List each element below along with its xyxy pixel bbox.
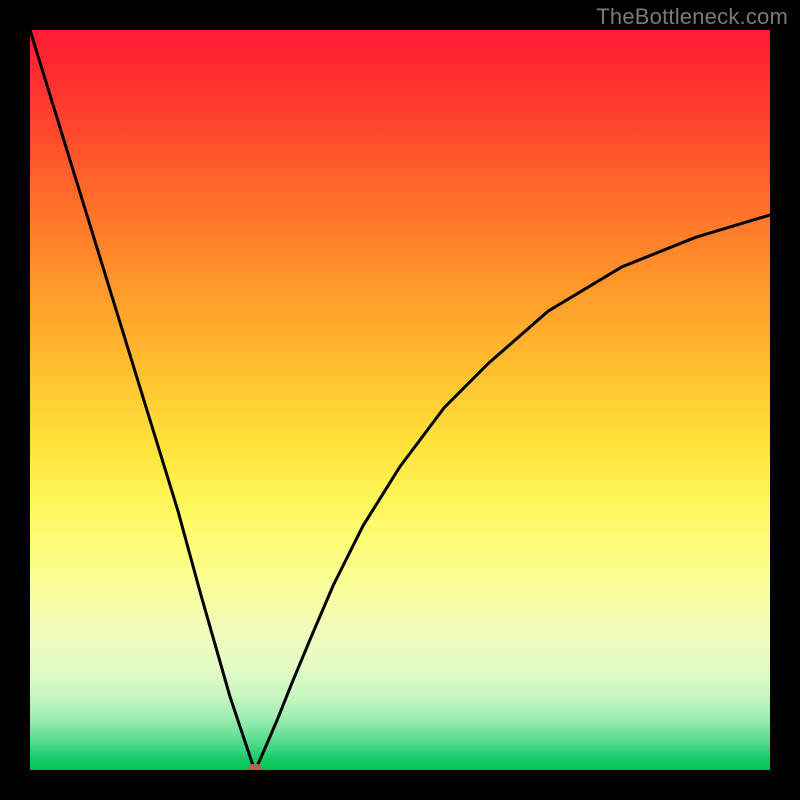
bottleneck-curve bbox=[30, 30, 770, 770]
curve-path bbox=[30, 30, 770, 770]
chart-frame: TheBottleneck.com bbox=[0, 0, 800, 800]
min-marker bbox=[248, 764, 262, 770]
plot-area bbox=[30, 30, 770, 770]
watermark-text: TheBottleneck.com bbox=[596, 4, 788, 30]
